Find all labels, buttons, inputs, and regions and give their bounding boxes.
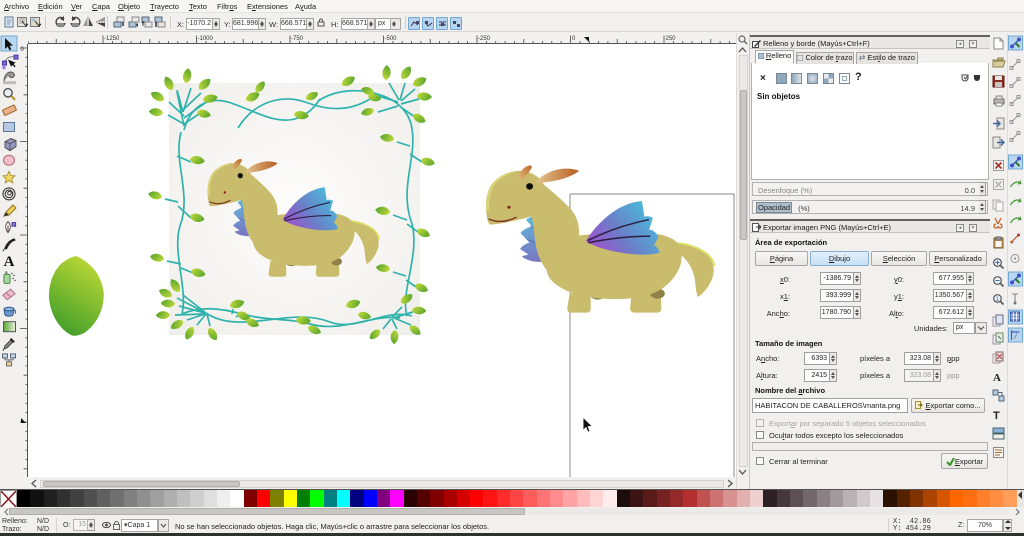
svg-text:-1250: -1250 — [104, 36, 120, 42]
svg-text:-750: -750 — [291, 36, 304, 42]
svg-text:-250: -250 — [478, 36, 491, 42]
svg-text:-500: -500 — [385, 36, 398, 42]
svg-text:250: 250 — [666, 36, 677, 42]
svg-text:T: T — [993, 410, 1000, 422]
svg-text:-1000: -1000 — [198, 36, 214, 42]
svg-text:A: A — [4, 254, 15, 270]
svg-text:A: A — [993, 372, 1001, 384]
